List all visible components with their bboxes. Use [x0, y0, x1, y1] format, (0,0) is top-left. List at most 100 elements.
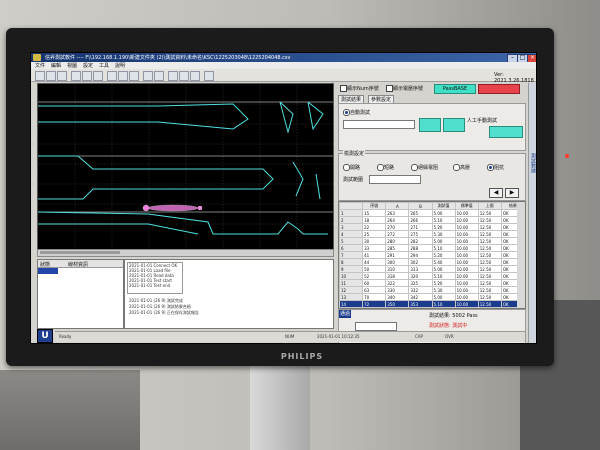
table-row[interactable]: 2 18 264 266 5.10 10.00 12.50 OK [339, 216, 525, 224]
table-cell: 350 [385, 300, 410, 308]
grid-header-row: 序號 A B 測試值 標準值 上限 結果 [339, 202, 525, 210]
plot-scroll-thumb[interactable] [40, 251, 120, 254]
col-header[interactable] [339, 202, 364, 210]
table-row[interactable]: 4 25 272 275 5.30 10.00 12.50 OK [339, 230, 525, 238]
table-cell: 6 [339, 244, 364, 252]
action-button-1[interactable] [419, 118, 441, 132]
side-strip[interactable]: 測試數據 [528, 83, 536, 343]
fit-icon[interactable] [93, 71, 103, 81]
move-icon[interactable] [118, 71, 128, 81]
table-cell: 13 [339, 293, 364, 301]
wire-list-header: 狀態 線材資訊 [38, 260, 123, 268]
col-header[interactable]: 標準值 [454, 202, 479, 210]
radio-short-label: 短路 [384, 165, 395, 171]
table-cell: 30 [362, 237, 387, 245]
table-cell: 313 [408, 265, 433, 273]
status-input[interactable] [355, 322, 397, 331]
action-button-2[interactable] [443, 118, 465, 132]
open-icon[interactable] [35, 71, 45, 81]
menu-help[interactable]: 說明 [115, 62, 125, 69]
menu-file[interactable]: 文件 [35, 62, 45, 69]
status-time: 2021-01-01 10:12:35 [317, 334, 360, 339]
settings-icon[interactable] [168, 71, 178, 81]
menu-tools[interactable]: 工具 [99, 62, 109, 69]
plot-scrollbar[interactable] [37, 249, 334, 257]
radio-hipot[interactable] [453, 164, 460, 171]
info-icon[interactable] [204, 71, 214, 81]
table-row[interactable]: 3 22 270 271 5.20 10.00 12.50 OK [339, 223, 525, 231]
wire-list-selected[interactable] [38, 268, 58, 274]
print-icon[interactable] [57, 71, 67, 81]
next-button[interactable]: ▶ [505, 188, 519, 198]
table-row[interactable]: 9 50 310 313 5.00 10.00 12.50 OK [339, 265, 525, 273]
col-header[interactable]: 測試值 [431, 202, 456, 210]
wire-trace-2 [279, 101, 294, 134]
table-row[interactable]: 14 72 350 353 5.10 10.00 12.50 OK [339, 300, 525, 308]
table-row[interactable]: 1 15 263 265 5.00 10.00 12.50 OK [339, 209, 525, 217]
table-row[interactable]: 12 63 330 332 5.30 10.00 12.50 OK [339, 286, 525, 294]
prev-button[interactable]: ◀ [489, 188, 503, 198]
table-row[interactable]: 13 70 340 342 5.00 10.00 12.50 OK [339, 293, 525, 301]
table-cell: 11 [339, 279, 364, 287]
radio-short[interactable] [377, 164, 384, 171]
monitor-brand: PHILIPS [280, 352, 324, 361]
stop-button[interactable] [478, 84, 520, 94]
table-cell: 10.00 [454, 251, 479, 259]
menu-edit[interactable]: 編輯 [51, 62, 61, 69]
table-cell: 10.00 [454, 279, 479, 287]
table-cell: 5.10 [431, 244, 456, 252]
show-num-checkbox[interactable] [340, 85, 347, 92]
manual-test-button[interactable] [489, 126, 523, 138]
table-cell: 5.20 [431, 279, 456, 287]
table-row[interactable]: 8 44 300 302 5.40 10.00 12.50 OK [339, 258, 525, 266]
table-cell: 12.50 [477, 237, 502, 245]
report-icon[interactable] [179, 71, 189, 81]
radio-impedance[interactable] [487, 164, 494, 171]
show-node-checkbox[interactable] [386, 85, 393, 92]
pointer-icon[interactable] [107, 71, 117, 81]
radio-insulation[interactable] [411, 164, 418, 171]
table-cell: 288 [408, 244, 433, 252]
auto-test-radio[interactable] [343, 109, 350, 116]
table-row[interactable]: 5 30 280 282 5.00 10.00 12.50 OK [339, 237, 525, 245]
wiring-plot[interactable] [37, 83, 334, 251]
menu-view[interactable]: 視圖 [67, 62, 77, 69]
col-header[interactable]: 序號 [362, 202, 387, 210]
col-header[interactable]: A [385, 202, 410, 210]
wire-list-panel[interactable]: 狀態 線材資訊 [37, 259, 124, 329]
col-status: 狀態 [40, 262, 51, 268]
screen: 信昇測試軟件 ---- F\\192.168.1.190\新建文件夾 (2)\測… [30, 52, 537, 344]
table-cell: 63 [362, 286, 387, 294]
range-input[interactable] [369, 175, 421, 184]
table-cell: 322 [385, 279, 410, 287]
table-cell: 18 [362, 216, 387, 224]
log-panel[interactable]: 2021-01-01 Connect OK 2021-01-01 Load fil… [124, 259, 334, 329]
test-param-input[interactable] [343, 120, 415, 129]
zoom-in-icon[interactable] [71, 71, 81, 81]
table-row[interactable]: 11 60 322 325 5.20 10.00 12.50 OK [339, 279, 525, 287]
table-cell: 12.50 [477, 244, 502, 252]
stop-icon[interactable] [154, 71, 164, 81]
table-cell: 10.00 [454, 244, 479, 252]
measure-icon[interactable] [129, 71, 139, 81]
col-header[interactable]: B [408, 202, 433, 210]
table-row[interactable]: 7 41 291 294 5.20 10.00 12.50 OK [339, 251, 525, 259]
radio-open[interactable] [343, 164, 350, 171]
table-cell: 270 [385, 223, 410, 231]
pass-base-button[interactable]: PassBASE [434, 84, 476, 94]
table-cell: 332 [408, 286, 433, 294]
table-row[interactable]: 10 52 318 320 5.10 10.00 12.50 OK [339, 272, 525, 280]
table-cell: 302 [408, 258, 433, 266]
export-icon[interactable] [190, 71, 200, 81]
status-cap: CAP [415, 334, 423, 339]
table-cell: 353 [408, 300, 433, 308]
wiring-diagram [38, 84, 333, 250]
save-icon[interactable] [46, 71, 56, 81]
results-grid[interactable]: 序號 A B 測試值 標準值 上限 結果 1 15 263 265 5.00 10.00 1… [338, 201, 526, 309]
col-header[interactable]: 上限 [477, 202, 502, 210]
menu-settings[interactable]: 設定 [83, 62, 93, 69]
grid-scrollbar[interactable] [517, 202, 525, 308]
table-row[interactable]: 6 33 285 288 5.10 10.00 12.50 OK [339, 244, 525, 252]
zoom-out-icon[interactable] [82, 71, 92, 81]
start-icon[interactable] [143, 71, 153, 81]
